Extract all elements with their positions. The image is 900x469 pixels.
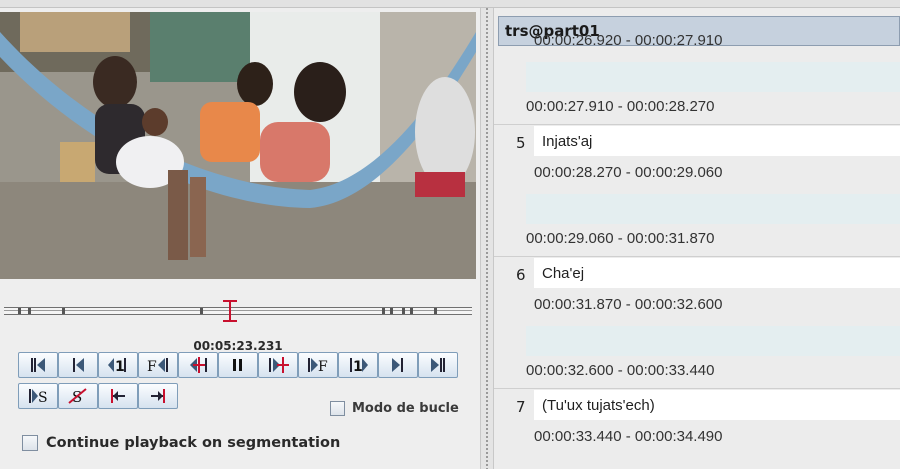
clear-selection-button[interactable]: S — [58, 383, 98, 409]
time-range-row: 00:00:27.910 - 00:00:28.270 — [494, 94, 900, 122]
go-to-begin-button[interactable] — [18, 352, 58, 378]
go-to-end-button[interactable] — [418, 352, 458, 378]
silence-segment-row — [494, 322, 900, 358]
video-frame-image — [0, 12, 476, 279]
loop-mode-toggle[interactable]: Modo de bucle — [330, 399, 459, 417]
annotation-text-field[interactable]: Cha'ej — [534, 258, 900, 288]
next-frame-icon — [392, 358, 403, 372]
pause-icon — [233, 359, 242, 371]
segment-marker — [62, 308, 65, 314]
clear-selection-icon: S — [68, 388, 87, 405]
segment-marker — [402, 308, 405, 314]
next-frame-button[interactable] — [378, 352, 418, 378]
time-range-label: 00:00:27.910 - 00:00:28.270 — [526, 98, 715, 115]
video-viewer[interactable] — [0, 12, 476, 279]
segment-marker — [410, 308, 413, 314]
previous-second-button[interactable]: 1 — [98, 352, 138, 378]
annotation-number: 5 — [516, 134, 526, 152]
annotation-row: 6 Cha'ej — [494, 256, 900, 296]
top-bar — [0, 0, 900, 8]
time-range-label: 00:00:32.600 - 00:00:33.440 — [526, 362, 715, 379]
annotation-row: 7 (Tu'ux tujats'ech) — [494, 388, 900, 428]
selection-begin-icon — [111, 389, 125, 403]
time-range-row: 00:00:29.060 - 00:00:31.870 — [494, 226, 900, 254]
segment-marker — [434, 308, 437, 314]
transcription-panel: trs@part01 00:00:26.920 - 00:00:27.910 00… — [494, 8, 900, 469]
next-second-button[interactable]: 1 — [338, 352, 378, 378]
silence-segment-field[interactable] — [526, 62, 900, 92]
svg-text:F: F — [318, 359, 328, 374]
play-forward-button[interactable] — [258, 352, 298, 378]
play-selection-button[interactable]: S — [18, 383, 58, 409]
time-range-row: 00:00:32.600 - 00:00:33.440 — [494, 358, 900, 386]
timeline-slider[interactable] — [4, 300, 472, 322]
previous-frame-button[interactable] — [58, 352, 98, 378]
previous-second-icon: 1 — [108, 358, 126, 374]
time-range-label: 00:00:28.270 - 00:00:29.060 — [534, 164, 723, 181]
silence-segment-field[interactable] — [526, 326, 900, 356]
segment-marker — [382, 308, 385, 314]
selection-end-button[interactable] — [138, 383, 178, 409]
annotation-row: 5 Injats'aj — [494, 124, 900, 164]
previous-pixel-button[interactable]: F — [138, 352, 178, 378]
loop-mode-label: Modo de bucle — [352, 400, 459, 416]
time-range-label: 00:00:26.920 - 00:00:27.910 — [534, 32, 723, 49]
go-to-begin-icon — [31, 358, 45, 372]
loop-mode-checkbox[interactable] — [330, 400, 345, 416]
continue-playback-label: Continue playback on segmentation — [46, 435, 341, 451]
play-backward-icon — [190, 357, 207, 373]
selection-end-icon — [151, 389, 165, 403]
next-second-icon: 1 — [350, 358, 368, 374]
time-range-row: 00:00:31.870 - 00:00:32.600 — [494, 292, 900, 320]
segment-marker — [28, 308, 31, 314]
time-range-row: 00:00:28.270 - 00:00:29.060 — [494, 160, 900, 188]
svg-text:1: 1 — [353, 359, 363, 374]
play-selection-icon: S — [29, 389, 48, 405]
selection-begin-button[interactable] — [98, 383, 138, 409]
pause-button[interactable] — [218, 352, 258, 378]
time-range-row: 00:00:26.920 - 00:00:27.910 — [494, 28, 900, 56]
playhead-marker[interactable] — [223, 300, 237, 322]
svg-text:1: 1 — [115, 359, 125, 374]
svg-text:S: S — [38, 390, 48, 405]
play-backward-button[interactable] — [178, 352, 218, 378]
play-forward-icon — [269, 357, 289, 373]
media-player-panel: 00:05:23.231 1 F F 1 S S M — [0, 8, 480, 469]
silence-segment-row — [494, 58, 900, 94]
svg-text:F: F — [147, 359, 157, 374]
previous-pixel-icon: F — [147, 358, 168, 374]
row-separator — [494, 388, 900, 389]
silence-segment-row — [494, 190, 900, 226]
annotation-number: 7 — [516, 398, 526, 416]
continue-playback-checkbox[interactable] — [22, 435, 38, 451]
segment-marker — [18, 308, 21, 314]
continue-playback-toggle[interactable]: Continue playback on segmentation — [22, 434, 340, 452]
segment-marker — [390, 308, 393, 314]
row-separator — [494, 124, 900, 125]
next-pixel-icon: F — [308, 358, 328, 374]
annotation-text-field[interactable]: Injats'aj — [534, 126, 900, 156]
time-range-row: 00:00:33.440 - 00:00:34.490 — [494, 424, 900, 452]
time-range-label: 00:00:33.440 - 00:00:34.490 — [534, 428, 723, 445]
time-range-label: 00:00:29.060 - 00:00:31.870 — [526, 230, 715, 247]
go-to-end-icon — [431, 358, 445, 372]
annotation-number: 6 — [516, 266, 526, 284]
silence-segment-field[interactable] — [526, 194, 900, 224]
split-pane-divider[interactable] — [480, 8, 494, 469]
segment-marker — [200, 308, 203, 314]
annotation-text-field[interactable]: (Tu'ux tujats'ech) — [534, 390, 900, 420]
previous-frame-icon — [73, 358, 84, 372]
row-separator — [494, 256, 900, 257]
current-time-label: 00:05:23.231 — [193, 339, 283, 353]
next-pixel-button[interactable]: F — [298, 352, 338, 378]
time-range-label: 00:00:31.870 - 00:00:32.600 — [534, 296, 723, 313]
